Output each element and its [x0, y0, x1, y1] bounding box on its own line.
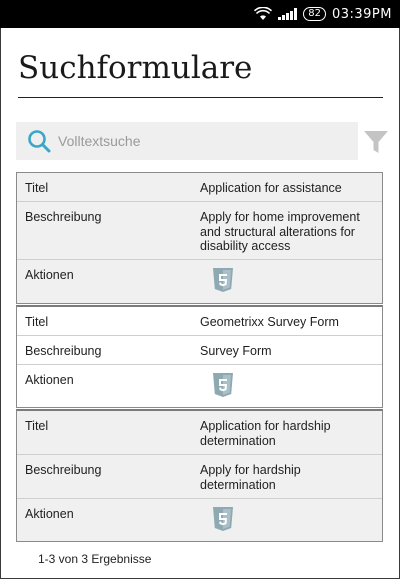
description-value: Apply for home improvement and structura…: [200, 210, 360, 253]
title-divider: [18, 97, 383, 98]
actions-row: Aktionen: [17, 260, 382, 304]
description-label: Beschreibung: [25, 210, 102, 224]
html5-icon[interactable]: [212, 506, 234, 532]
description-value: Apply for hardship determination: [200, 463, 301, 492]
actions-label: Aktionen: [25, 507, 74, 521]
title-row: Titel Application for assistance: [17, 173, 382, 202]
result-card: Titel Application for hardship determina…: [16, 409, 383, 542]
clock: 03:39PM: [331, 6, 392, 22]
title-row: Titel Application for hardship determina…: [17, 411, 382, 455]
search-icon[interactable]: [26, 128, 52, 154]
description-label: Beschreibung: [25, 344, 102, 358]
filter-icon[interactable]: [363, 129, 389, 155]
actions-row: Aktionen: [17, 365, 382, 409]
title-value: Geometrixx Survey Form: [200, 315, 339, 329]
description-row: Beschreibung Apply for home improvement …: [17, 202, 382, 260]
title-label: Titel: [25, 419, 49, 433]
status-bar: 82 03:39PM: [0, 0, 400, 28]
results-summary: 1-3 von 3 Ergebnisse: [38, 552, 152, 566]
wifi-icon: [254, 7, 273, 20]
title-label: Titel: [25, 181, 49, 195]
actions-label: Aktionen: [25, 268, 74, 282]
page-title: Suchformulare: [18, 50, 253, 86]
result-card: Titel Application for assistance Beschre…: [16, 172, 383, 304]
actions-label: Aktionen: [25, 373, 74, 387]
description-label: Beschreibung: [25, 463, 102, 477]
description-row: Beschreibung Apply for hardship determin…: [17, 455, 382, 499]
result-card: Titel Geometrixx Survey Form Beschreibun…: [16, 305, 383, 408]
signal-icon: [278, 8, 298, 20]
title-row: Titel Geometrixx Survey Form: [17, 307, 382, 336]
html5-icon[interactable]: [212, 372, 234, 398]
title-label: Titel: [25, 315, 49, 329]
description-value: Survey Form: [200, 344, 272, 358]
title-value: Application for hardship determination: [200, 419, 331, 448]
description-row: Beschreibung Survey Form: [17, 336, 382, 365]
search-input[interactable]: [56, 125, 350, 157]
search-box: [16, 122, 358, 160]
html5-icon[interactable]: [212, 267, 234, 293]
title-value: Application for assistance: [200, 181, 342, 195]
actions-row: Aktionen: [17, 499, 382, 543]
battery-indicator: 82: [303, 7, 326, 21]
